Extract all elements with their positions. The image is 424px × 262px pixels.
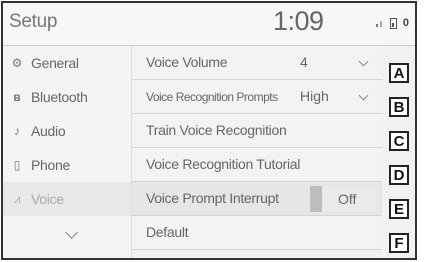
sidebar-item-label: Bluetooth	[31, 89, 88, 105]
row-label: Voice Recognition Prompts	[146, 90, 278, 104]
page-title: Setup	[9, 11, 58, 32]
voice-recognition-prompts-row[interactable]: Voice Recognition Prompts High	[132, 80, 382, 114]
music-note-icon: ♪	[14, 124, 20, 138]
voice-icon: ⩘	[13, 191, 21, 206]
bluetooth-icon: ʙ	[13, 90, 21, 104]
status-indicator: 0	[402, 17, 409, 29]
train-voice-recognition-row[interactable]: Train Voice Recognition	[132, 114, 382, 148]
chevron-down-icon	[358, 56, 369, 67]
sidebar-item-general[interactable]: ⚙ General	[3, 46, 131, 80]
header-bar: Setup 1:09 0	[3, 3, 415, 46]
voice-prompt-interrupt-toggle[interactable]: Off	[310, 186, 376, 212]
callout-c: C	[389, 131, 409, 151]
voice-recognition-prompts-value: High	[300, 88, 329, 104]
battery-icon	[389, 17, 397, 29]
default-row[interactable]: Default	[132, 216, 382, 250]
gear-icon: ⚙	[11, 56, 23, 70]
row-label: Voice Prompt Interrupt	[146, 190, 279, 206]
callout-b: B	[389, 97, 409, 117]
callout-a: A	[389, 63, 409, 83]
toggle-knob	[310, 186, 322, 212]
toggle-state-label: Off	[338, 191, 357, 207]
voice-prompt-interrupt-row[interactable]: Voice Prompt Interrupt Off	[132, 182, 382, 216]
sidebar: ⚙ General ʙ Bluetooth ♪ Audio ▯ Phone ⩘ …	[3, 46, 132, 258]
sidebar-item-audio[interactable]: ♪ Audio	[3, 114, 131, 148]
sidebar-item-label: Phone	[31, 157, 70, 173]
signal-icon	[375, 19, 384, 27]
callout-f: F	[389, 233, 409, 253]
row-label: Voice Recognition Tutorial	[146, 156, 301, 172]
status-area: 0	[375, 17, 409, 29]
sidebar-item-label: General	[31, 55, 79, 71]
sidebar-more-button[interactable]	[3, 216, 131, 250]
sidebar-item-bluetooth[interactable]: ʙ Bluetooth	[3, 80, 131, 114]
sidebar-item-label: Voice	[31, 191, 64, 207]
sidebar-item-voice[interactable]: ⩘ Voice	[3, 182, 131, 216]
voice-volume-row[interactable]: Voice Volume 4	[132, 46, 382, 80]
sidebar-item-label: Audio	[31, 123, 66, 139]
setup-screen: Setup 1:09 0 ⚙ General ʙ Bluetooth ♪ Aud…	[1, 1, 417, 260]
sidebar-item-phone[interactable]: ▯ Phone	[3, 148, 131, 182]
row-label: Voice Volume	[146, 54, 228, 70]
voice-recognition-tutorial-row[interactable]: Voice Recognition Tutorial	[132, 148, 382, 182]
voice-volume-value: 4	[300, 54, 308, 70]
row-label: Default	[146, 224, 189, 240]
settings-list: Voice Volume 4 Voice Recognition Prompts…	[132, 46, 382, 258]
chevron-down-icon	[358, 90, 369, 101]
callout-e: E	[389, 199, 409, 219]
row-label: Train Voice Recognition	[146, 122, 287, 138]
chevron-down-icon	[65, 226, 78, 239]
callout-d: D	[389, 165, 409, 185]
phone-icon: ▯	[13, 158, 21, 172]
clock: 1:09	[273, 6, 324, 36]
